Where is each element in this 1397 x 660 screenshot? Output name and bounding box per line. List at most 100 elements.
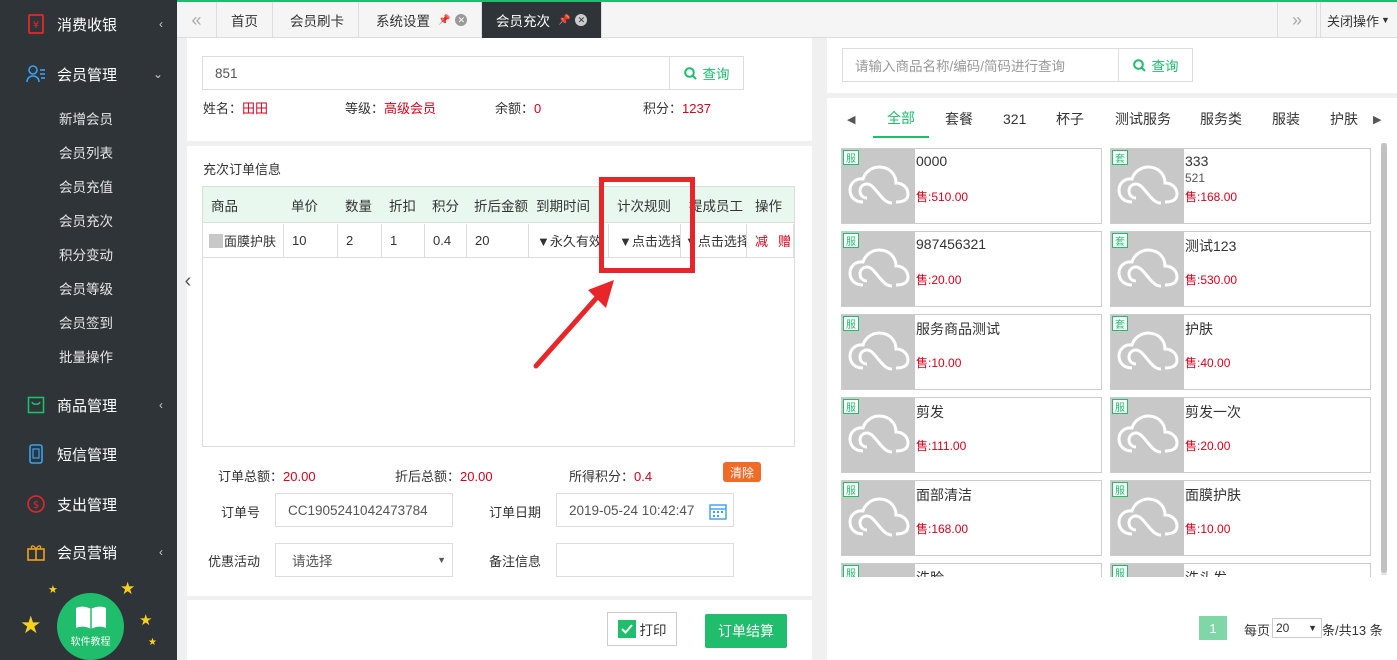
product-card[interactable]: 服 洗脸 — [841, 563, 1102, 577]
order-no-field[interactable]: CC1905241042473784 — [275, 493, 453, 527]
tab-label: 会员充次 — [496, 14, 550, 29]
product-price: 售:510.00 — [916, 190, 969, 204]
star-icon: ★ — [148, 637, 157, 648]
category-skincare[interactable]: 护肤 — [1330, 100, 1360, 138]
product-card[interactable]: 套 333 521 售:168.00 — [1110, 148, 1371, 224]
submenu-points-change[interactable]: 积分变动 — [59, 244, 113, 264]
submenu-member-times[interactable]: 会员充次 — [59, 210, 113, 230]
order-table: 商品 单价 数量 折扣 积分 折后金额 到期时间 计次规则 提成员工 操作 面膜… — [202, 186, 795, 447]
pin-icon[interactable]: 📌 — [438, 15, 450, 26]
product-card[interactable]: 服 洗头发 — [1110, 563, 1371, 577]
chevron-left-icon[interactable]: ‹ — [180, 268, 196, 294]
tab-member-times[interactable]: 会员充次 📌 ✕ — [482, 2, 603, 38]
close-icon[interactable]: ✕ — [455, 14, 468, 26]
caret-down-icon: ▼ — [1308, 623, 1317, 633]
clear-button[interactable]: 清除 — [723, 462, 761, 482]
checkmark-icon — [617, 620, 636, 638]
menu-sms[interactable]: 短信管理 — [0, 436, 177, 472]
submenu-member-list[interactable]: 会员列表 — [59, 142, 113, 162]
product-price: 售:111.00 — [916, 439, 967, 453]
promo-select[interactable]: 请选择 ▼ — [275, 543, 453, 577]
product-card[interactable]: 服 剪发 售:111.00 — [841, 397, 1102, 473]
menu-expense[interactable]: $ 支出管理 — [0, 486, 177, 522]
menu-goods[interactable]: 商品管理 ‹ — [0, 387, 177, 423]
menu-cashier[interactable]: ¥ 消费收银 ‹ — [0, 6, 177, 42]
submenu-member-recharge[interactable]: 会员充值 — [59, 176, 113, 196]
svg-text:¥: ¥ — [33, 20, 39, 31]
cell-after-amount[interactable]: 20 — [467, 224, 529, 258]
product-card[interactable]: 服 剪发一次 售:20.00 — [1110, 397, 1371, 473]
menu-label: 短信管理 — [57, 446, 118, 464]
gift-button[interactable]: 赠 — [778, 231, 791, 250]
submenu-batch-ops[interactable]: 批量操作 — [59, 346, 113, 366]
svg-text:$: $ — [33, 500, 39, 511]
category-service[interactable]: 服务类 — [1200, 100, 1242, 138]
product-price: 售:10.00 — [916, 356, 962, 370]
category-test-service[interactable]: 测试服务 — [1115, 100, 1171, 138]
pin-icon[interactable]: 📌 — [558, 15, 570, 26]
promo-label: 优惠活动 — [208, 554, 261, 569]
product-list-scrollbar[interactable] — [1381, 143, 1387, 575]
page-1-button[interactable]: 1 — [1199, 616, 1227, 640]
book-icon — [75, 606, 106, 629]
tutorial-button[interactable]: 软件教程 — [57, 593, 124, 660]
tutorial-label: 软件教程 — [70, 637, 111, 648]
product-card[interactable]: 套 测试123 售:530.00 — [1110, 231, 1371, 307]
print-checkbox[interactable]: 打印 — [607, 612, 677, 646]
product-card[interactable]: 服 987456321 售:20.00 — [841, 231, 1102, 307]
cell-points[interactable]: 0.4 — [425, 224, 467, 258]
category-package[interactable]: 套餐 — [945, 100, 973, 138]
submenu-member-signin[interactable]: 会员签到 — [59, 312, 113, 332]
menu-members[interactable]: 会员管理 ⌄ — [0, 56, 177, 92]
caret-left-icon[interactable]: ◀ — [847, 100, 855, 138]
col-after-amount: 折后金额 — [474, 199, 528, 214]
per-page-select[interactable]: 20 ▼ — [1272, 618, 1322, 638]
note-input[interactable] — [556, 543, 734, 577]
product-type-badge: 服 — [843, 316, 859, 331]
order-date-field[interactable]: 2019-05-24 10:42:47 — [556, 493, 734, 527]
product-card[interactable]: 服 0000 售:510.00 — [841, 148, 1102, 224]
tab-scroll-right-button[interactable]: » — [1277, 2, 1317, 38]
tab-label: 首页 — [231, 14, 258, 29]
category-tabs: ◀ 全部 套餐 321 杯子 测试服务 服务类 服装 护肤 ▶ — [827, 100, 1397, 140]
order-date-label: 订单日期 — [489, 505, 542, 520]
member-search-input[interactable]: 851 — [202, 56, 670, 90]
star-icon: ★ — [139, 612, 153, 629]
order-after-total: 折后总额：20.00 — [395, 469, 493, 484]
submenu-add-member[interactable]: 新增会员 — [59, 108, 113, 128]
caret-right-icon[interactable]: ▶ — [1373, 100, 1381, 138]
product-card[interactable]: 服 面膜护肤 售:10.00 — [1110, 480, 1371, 556]
cell-qty[interactable]: 2 — [338, 224, 382, 258]
tab-member-card[interactable]: 会员刷卡 — [276, 2, 359, 38]
cell-price[interactable]: 10 — [284, 224, 338, 258]
product-type-badge: 服 — [1112, 482, 1128, 497]
menu-label: 会员管理 — [57, 66, 118, 84]
tab-home[interactable]: 首页 — [217, 2, 273, 38]
category-cups[interactable]: 杯子 — [1056, 100, 1084, 138]
close-icon[interactable]: ✕ — [575, 14, 588, 26]
expiry-select[interactable]: ▼永久有效 — [529, 224, 609, 258]
product-search-input[interactable]: 请输入商品名称/编码/简码进行查询 — [842, 48, 1119, 82]
category-clothing[interactable]: 服装 — [1272, 100, 1300, 138]
product-card[interactable]: 套 护肤 售:40.00 — [1110, 314, 1371, 390]
submenu-member-level[interactable]: 会员等级 — [59, 278, 113, 298]
member-query-button[interactable]: 查询 — [669, 56, 744, 90]
menu-marketing[interactable]: 会员营销 ‹ — [0, 534, 177, 570]
settle-order-button[interactable]: 订单结算 — [705, 614, 787, 648]
chevron-left-icon: ‹ — [159, 398, 163, 412]
close-operations-button[interactable]: 关闭操作 ▼ — [1320, 2, 1397, 38]
tab-scroll-left-button[interactable]: « — [177, 2, 217, 38]
calendar-icon[interactable] — [709, 502, 727, 520]
minus-button[interactable]: 减 — [755, 231, 768, 250]
cell-discount[interactable]: 1 — [382, 224, 425, 258]
category-321[interactable]: 321 — [1003, 100, 1026, 138]
product-type-badge: 服 — [843, 233, 859, 248]
product-card[interactable]: 服 服务商品测试 售:10.00 — [841, 314, 1102, 390]
category-all[interactable]: 全部 — [873, 100, 929, 138]
goods-icon — [26, 395, 46, 415]
star-icon: ★ — [20, 612, 42, 639]
tab-system-settings[interactable]: 系统设置 📌 ✕ — [362, 2, 483, 38]
product-card[interactable]: 服 面部清洁 售:168.00 — [841, 480, 1102, 556]
product-query-button[interactable]: 查询 — [1118, 48, 1193, 82]
product-name: 洗脸 — [916, 568, 944, 577]
